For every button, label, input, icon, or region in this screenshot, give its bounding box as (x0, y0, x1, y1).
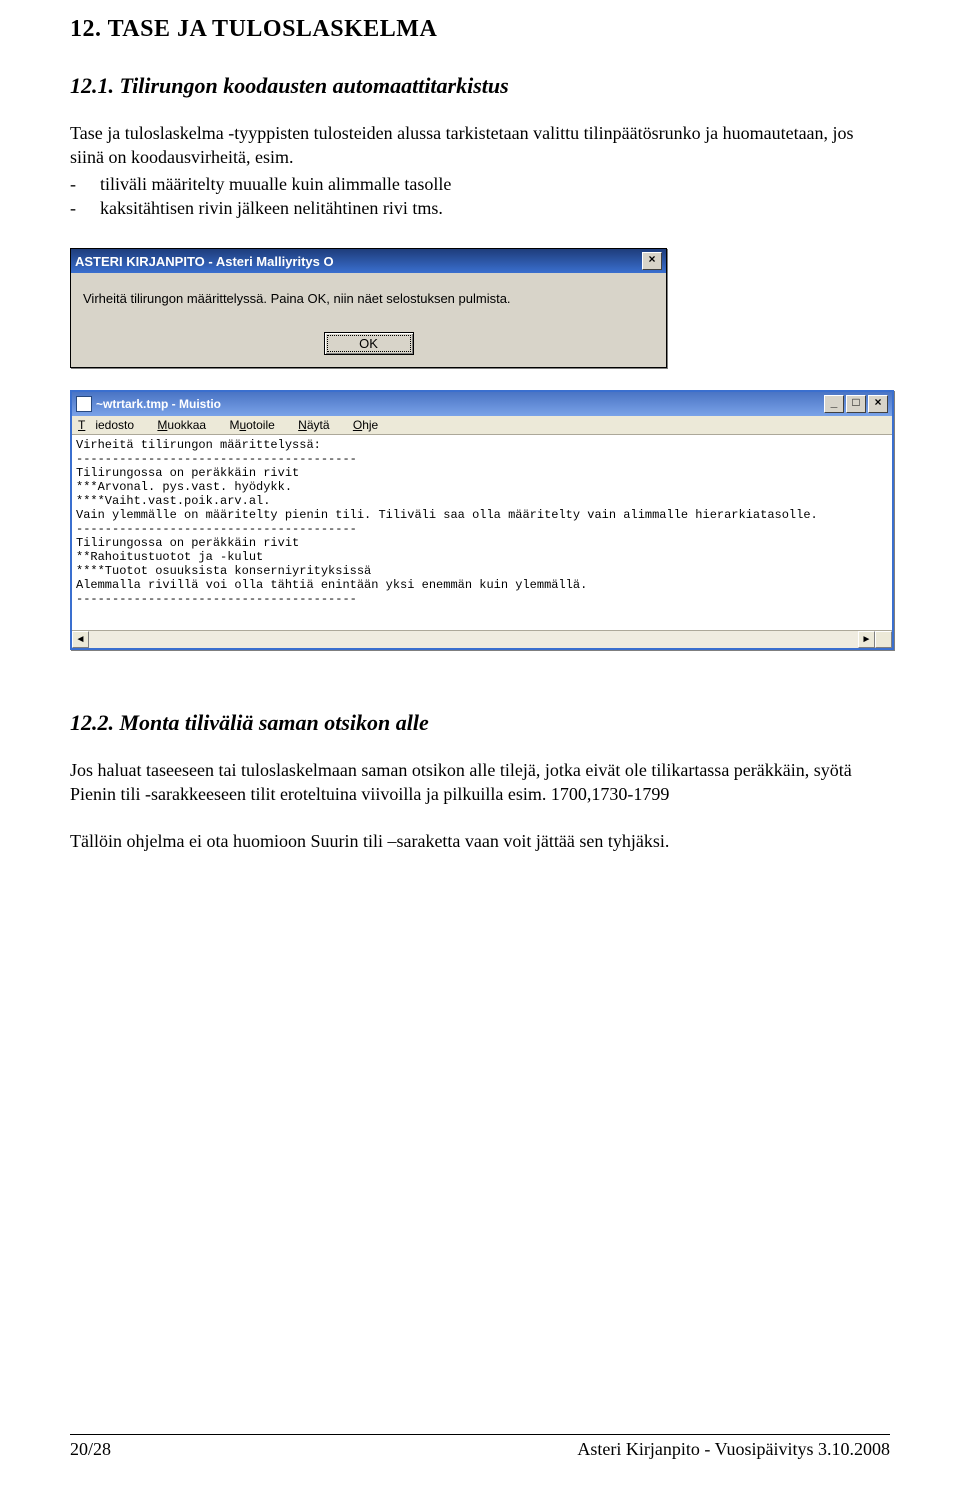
minimize-icon[interactable]: _ (824, 395, 844, 413)
bullet-text: kaksitähtisen rivin jälkeen nelitähtinen… (100, 196, 443, 220)
notepad-titlebar: ~wtrtark.tmp - Muistio _ □ × (72, 392, 892, 416)
menu-edit-label: uokkaa (167, 418, 206, 432)
dialog-message: Virheitä tilirungon määrittelyssä. Paina… (83, 291, 654, 306)
menu-format[interactable]: Muotoile (229, 418, 284, 432)
menu-file-label: iedosto (95, 418, 134, 432)
dialog-titlebar: ASTERI KIRJANPITO - Asteri Malliyritys O… (71, 249, 666, 273)
bullet-item: - tiliväli määritelty muualle kuin alimm… (70, 172, 890, 196)
paragraph-intro: Tase ja tuloslaskelma -tyyppisten tulost… (70, 121, 890, 170)
resize-grip-icon[interactable] (875, 631, 892, 648)
page-number: 20/28 (70, 1439, 111, 1460)
bullet-item: - kaksitähtisen rivin jälkeen nelitähtin… (70, 196, 890, 220)
menu-bar: Tiedosto Muokkaa Muotoile Näytä Ohje (72, 416, 892, 435)
heading-main: 12. TASE JA TULOSLASKELMA (70, 16, 890, 43)
menu-edit[interactable]: Muokkaa (157, 418, 216, 432)
notepad-content[interactable]: Virheitä tilirungon määrittelyssä: -----… (72, 435, 892, 630)
menu-help-label: hje (362, 418, 378, 432)
menu-view[interactable]: Näytä (298, 418, 339, 432)
notepad-icon (76, 396, 92, 412)
heading-section-2: 12.2. Monta tiliväliä saman otsikon alle (70, 710, 890, 736)
message-dialog: ASTERI KIRJANPITO - Asteri Malliyritys O… (70, 248, 667, 368)
menu-view-label: äytä (307, 418, 330, 432)
doc-title: Asteri Kirjanpito - Vuosipäivitys 3.10.2… (577, 1439, 890, 1460)
bullet-list: - tiliväli määritelty muualle kuin alimm… (70, 172, 890, 221)
bullet-text: tiliväli määritelty muualle kuin alimmal… (100, 172, 451, 196)
close-icon[interactable]: × (868, 395, 888, 413)
scroll-track[interactable] (89, 631, 858, 648)
menu-file[interactable]: Tiedosto (78, 418, 144, 432)
paragraph-body-2: Tällöin ohjelma ei ota huomioon Suurin t… (70, 829, 890, 853)
paragraph-body-1: Jos haluat taseeseen tai tuloslaskelmaan… (70, 758, 890, 807)
menu-help[interactable]: Ohje (353, 418, 388, 432)
menu-format-label: otoile (246, 418, 275, 432)
ok-button[interactable]: OK (324, 332, 414, 355)
notepad-title: ~wtrtark.tmp - Muistio (96, 397, 822, 411)
dialog-title: ASTERI KIRJANPITO - Asteri Malliyritys O (75, 254, 642, 269)
heading-section-1: 12.1. Tilirungon koodausten automaattita… (70, 73, 890, 99)
horizontal-scrollbar[interactable]: ◄ ► (72, 630, 892, 648)
close-icon[interactable]: × (642, 252, 662, 270)
scroll-left-icon[interactable]: ◄ (72, 631, 89, 648)
page-footer: 20/28 Asteri Kirjanpito - Vuosipäivitys … (70, 1434, 890, 1460)
scroll-right-icon[interactable]: ► (858, 631, 875, 648)
notepad-window: ~wtrtark.tmp - Muistio _ □ × Tiedosto Mu… (70, 390, 894, 650)
maximize-icon[interactable]: □ (846, 395, 866, 413)
